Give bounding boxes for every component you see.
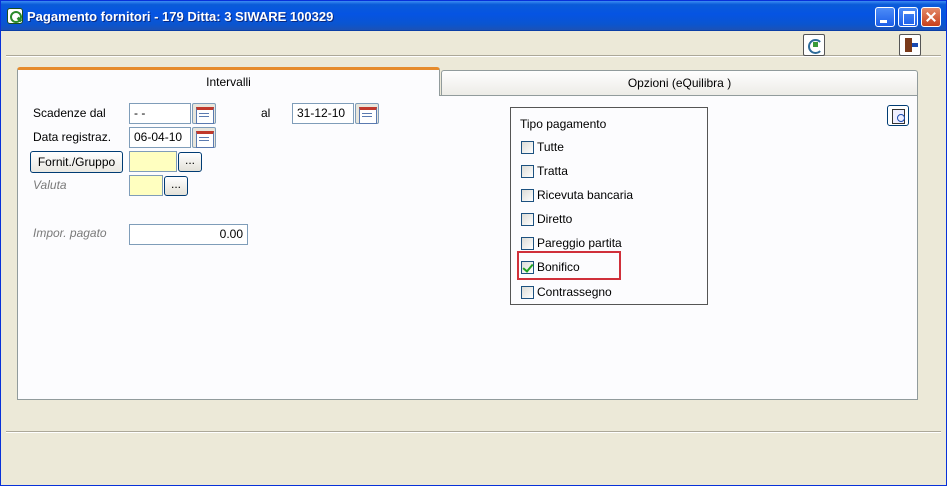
tab-intervalli-label: Intervalli bbox=[206, 75, 251, 89]
status-separator bbox=[6, 431, 941, 433]
option-label: Contrassegno bbox=[537, 285, 612, 299]
option-label: Tratta bbox=[537, 164, 568, 178]
fornit-lookup-button[interactable]: ... bbox=[178, 152, 202, 172]
calendar-icon[interactable] bbox=[355, 103, 379, 124]
scadenze-to-field[interactable]: 31-12-10 bbox=[292, 103, 354, 124]
importo-pagato-label: Impor. pagato bbox=[33, 226, 107, 240]
data-registrazione-label: Data registraz. bbox=[33, 130, 112, 144]
al-label: al bbox=[261, 106, 271, 120]
tab-intervalli[interactable]: Intervalli bbox=[17, 67, 440, 96]
importo-pagato-field[interactable]: 0.00 bbox=[129, 224, 248, 245]
toolbar-separator bbox=[6, 55, 941, 57]
option-label: Pareggio partita bbox=[537, 236, 622, 250]
checkbox-tutte[interactable] bbox=[521, 141, 534, 154]
fornit-gruppo-button[interactable]: Fornit./Gruppo bbox=[30, 151, 123, 173]
valuta-field[interactable] bbox=[129, 175, 163, 196]
tab-opzioni[interactable]: Opzioni (eQuilibra ) bbox=[441, 70, 918, 96]
checkbox-diretto[interactable] bbox=[521, 213, 534, 226]
calendar-icon[interactable] bbox=[192, 127, 216, 148]
close-button[interactable] bbox=[921, 7, 941, 27]
option-label: Ricevuta bancaria bbox=[537, 188, 634, 202]
fornit-gruppo-field[interactable] bbox=[129, 151, 177, 172]
valuta-lookup-button[interactable]: ... bbox=[164, 176, 188, 196]
option-label: Diretto bbox=[537, 212, 573, 226]
maximize-button[interactable] bbox=[898, 7, 918, 27]
window-title: Pagamento fornitori - 179 Ditta: 3 SIWAR… bbox=[27, 9, 334, 24]
refresh-icon[interactable] bbox=[803, 34, 825, 56]
checkbox-pareggio-partita[interactable] bbox=[521, 237, 534, 250]
checkbox-tratta[interactable] bbox=[521, 165, 534, 178]
checkbox-contrassegno[interactable] bbox=[521, 286, 534, 299]
exit-icon[interactable] bbox=[899, 34, 921, 56]
tipo-pagamento-title: Tipo pagamento bbox=[520, 117, 607, 131]
data-registrazione-field[interactable]: 06-04-10 bbox=[129, 127, 191, 148]
valuta-label: Valuta bbox=[33, 178, 67, 192]
preview-icon[interactable] bbox=[887, 105, 909, 126]
option-label: Tutte bbox=[537, 140, 564, 154]
scadenze-label: Scadenze dal bbox=[33, 106, 106, 120]
scadenze-from-field[interactable]: - - bbox=[129, 103, 191, 124]
tab-opzioni-label: Opzioni (eQuilibra ) bbox=[627, 76, 732, 90]
bonifico-highlight-box bbox=[517, 251, 621, 280]
title-bar[interactable]: Pagamento fornitori - 179 Ditta: 3 SIWAR… bbox=[1, 1, 946, 31]
calendar-icon[interactable] bbox=[192, 103, 216, 124]
main-window: Pagamento fornitori - 179 Ditta: 3 SIWAR… bbox=[0, 0, 947, 486]
minimize-button[interactable] bbox=[875, 7, 895, 27]
checkbox-ricevuta-bancaria[interactable] bbox=[521, 189, 534, 202]
app-icon bbox=[7, 8, 23, 24]
